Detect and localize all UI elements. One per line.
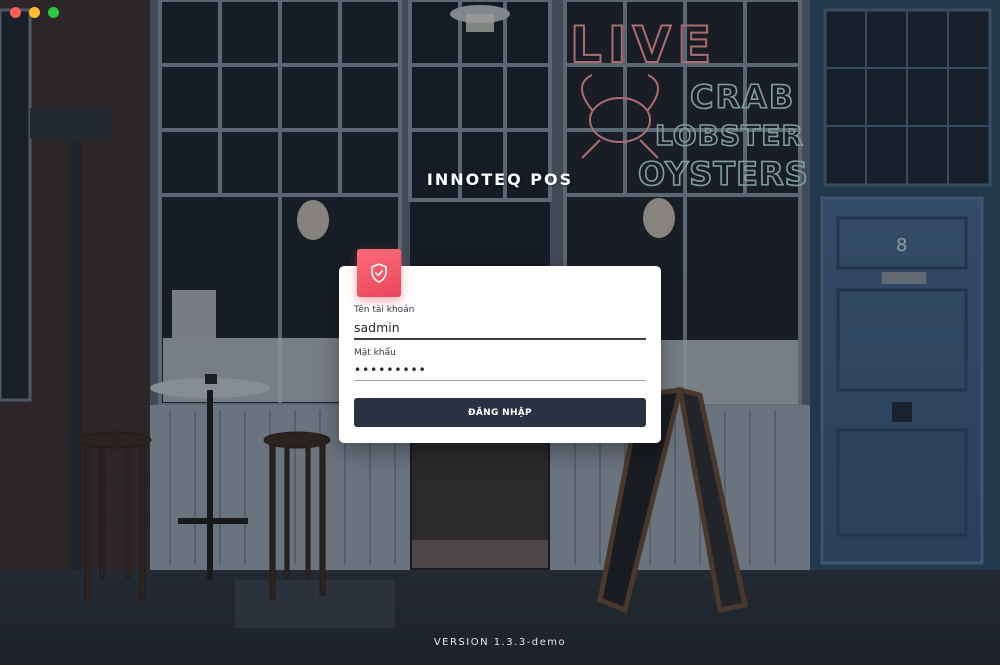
shield-check-icon: [371, 263, 387, 283]
close-window-button[interactable]: [10, 7, 21, 18]
password-input[interactable]: [354, 358, 646, 381]
neon-live: LIVE: [570, 16, 717, 74]
app-brand-title: INNOTEQ POS: [426, 170, 574, 189]
door-number: 8: [896, 235, 907, 256]
neon-lobster: LOBSTER: [655, 119, 804, 152]
login-card: Tên tài khoản Mật khẩu ĐĂNG NHẬP: [339, 249, 661, 443]
window-controls: [10, 7, 59, 18]
username-label: Tên tài khoản: [354, 305, 415, 315]
version-label: VERSION 1.3.3-demo: [433, 637, 567, 648]
login-badge: [357, 249, 401, 297]
password-field-group: Mật khẩu: [354, 348, 646, 381]
minimize-window-button[interactable]: [29, 7, 40, 18]
username-input[interactable]: [354, 315, 646, 340]
login-button[interactable]: ĐĂNG NHẬP: [354, 398, 646, 427]
neon-crab: CRAB: [690, 78, 795, 116]
app-window: LIVE CRAB LOBSTER OYSTERS 8 INNOTEQ POS …: [0, 0, 1000, 665]
maximize-window-button[interactable]: [48, 7, 59, 18]
username-field-group: Tên tài khoản: [354, 305, 646, 340]
password-label: Mật khẩu: [354, 348, 396, 358]
